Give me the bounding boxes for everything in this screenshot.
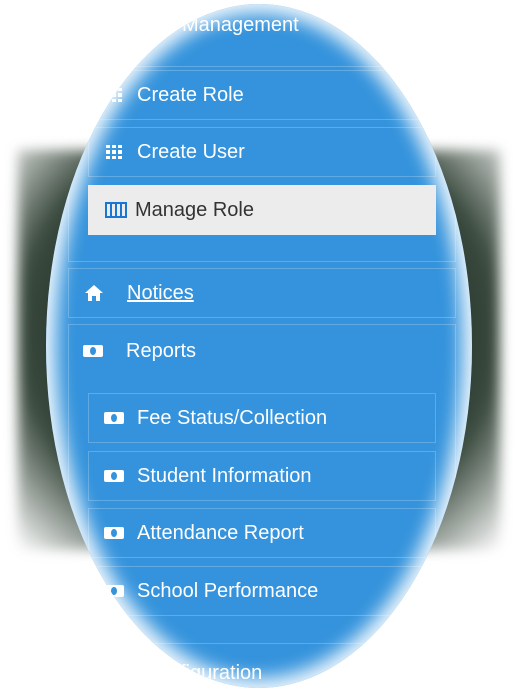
grid-icon — [103, 145, 125, 159]
money-bill-icon — [103, 470, 125, 482]
money-bill-icon — [103, 585, 125, 597]
sidebar-item-notices[interactable]: Notices — [68, 268, 456, 318]
configuration-heading[interactable]: figuration — [180, 662, 262, 685]
sidebar-item-school-performance[interactable]: School Performance — [88, 566, 436, 616]
sidebar-item-create-user[interactable]: Create User — [88, 127, 436, 177]
home-icon — [83, 284, 105, 302]
sidebar-item-label: Reports — [126, 339, 197, 362]
sidebar-item-label: Student Information — [137, 464, 312, 487]
sidebar-item-create-role[interactable]: Create Role — [88, 70, 436, 120]
money-bill-icon — [82, 345, 104, 357]
manage-role-icon — [105, 202, 127, 218]
money-bill-icon — [103, 527, 125, 539]
oval-vignette: Management Create Role Create User Manag… — [46, 4, 472, 688]
notices-link[interactable]: Notices — [127, 282, 194, 305]
grid-icon — [103, 88, 125, 102]
sidebar-item-label: Create User — [137, 140, 245, 163]
sidebar-item-label: Fee Status/Collection — [137, 406, 328, 429]
sidebar-item-label: Manage Role — [135, 198, 254, 221]
sidebar-item-label: Create Role — [137, 83, 244, 106]
sidebar-item-student-information[interactable]: Student Information — [88, 451, 436, 501]
sidebar-item-label: School Performance — [137, 579, 319, 602]
sidebar-item-attendance-report[interactable]: Attendance Report — [88, 508, 436, 558]
sidebar-menu: Management Create Role Create User Manag… — [46, 4, 472, 688]
management-heading[interactable]: Management — [182, 14, 299, 37]
sidebar-item-manage-role[interactable]: Manage Role — [88, 185, 436, 235]
money-bill-icon — [103, 412, 125, 424]
sidebar-item-reports[interactable]: Reports — [68, 326, 456, 376]
sidebar-item-fee-status[interactable]: Fee Status/Collection — [88, 393, 436, 443]
sidebar-item-label: Attendance Report — [137, 521, 304, 544]
